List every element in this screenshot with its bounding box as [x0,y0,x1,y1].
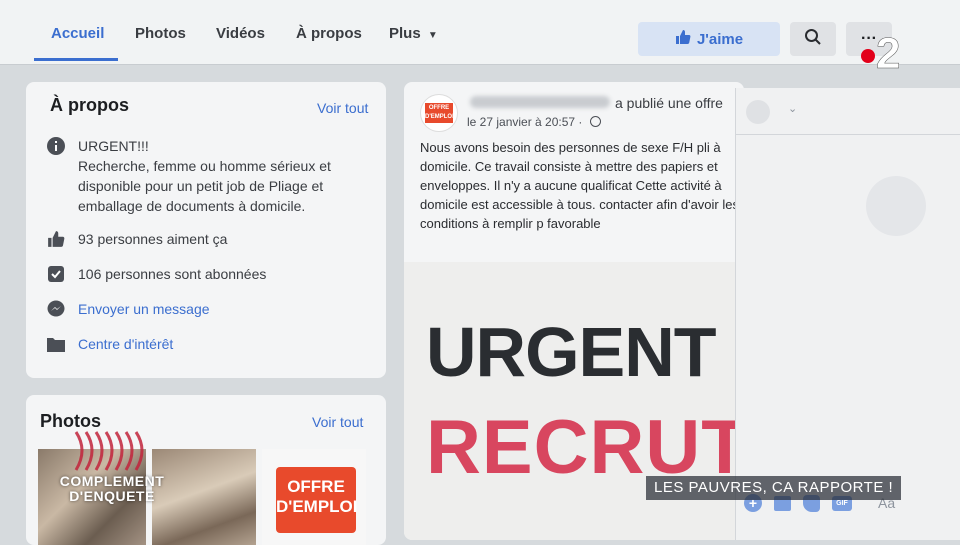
post-image-headline: URGENT ! / [426,313,744,391]
like-page-button[interactable]: J'aime [638,22,780,56]
category-row[interactable]: Centre d'intérêt [46,334,173,354]
show-title: COMPLEMENT D'ENQUETE [52,474,172,504]
about-card: À propos Voir tout URGENT!!! Recherche, … [26,82,386,378]
tab-accueil[interactable]: Accueil [51,25,104,42]
show-title-line1: COMPLEMENT [59,473,165,489]
photo-thumbnail[interactable]: OFFRE D'EMPLOI [262,449,366,545]
channel-logo: 2 [858,28,906,78]
about-description: URGENT!!! Recherche, femme ou homme séri… [78,138,331,214]
tab-plus-label: Plus [389,25,421,42]
active-tab-indicator [34,58,118,61]
offre-emploi-logo: OFFRE D'EMPLOI [276,467,358,533]
tab-a-propos[interactable]: À propos [296,25,362,42]
caret-down-icon: ▼ [427,30,438,41]
tab-videos[interactable]: Vidéos [216,25,265,42]
offre-logo-line1: OFFRE [287,477,345,496]
about-title: À propos [50,95,129,115]
globe-icon [589,116,601,127]
photos-see-all-link[interactable]: Voir tout [312,414,363,430]
chat-header[interactable]: ⌄ [736,88,960,135]
show-title-line2: D'ENQUETE [69,488,155,504]
post-author-name-blurred[interactable] [470,96,610,108]
post-timestamp[interactable]: le 27 janvier à 20:57 · [467,115,582,129]
likes-count: 93 personnes aiment ça [78,231,228,247]
thumbs-up-icon [675,29,691,49]
info-icon [46,136,66,156]
followers-row: 106 personnes sont abonnées [46,264,266,284]
like-button-label: J'aime [696,30,744,48]
about-see-all-link[interactable]: Voir tout [317,100,368,116]
folder-icon [46,334,66,354]
photos-title: Photos [40,411,101,431]
tab-plus[interactable]: Plus ▼ [389,25,438,42]
avatar-logo-line2: D'EMPLOI [425,114,454,120]
avatar-logo: OFFRE D'EMPLOI [425,103,454,123]
chat-avatar [746,100,770,124]
avatar-logo-line1: OFFRE [428,105,450,111]
offre-logo-line2: D'EMPLOI [276,497,358,516]
follow-check-icon [46,264,66,284]
post-body-text: Nous avons besoin des personnes de sexe … [420,140,739,231]
chat-panel: ⌄ + GIF Aa [735,88,960,540]
search-icon [804,28,822,51]
likes-row: 93 personnes aiment ça [46,229,227,249]
chevron-down-icon[interactable]: ⌄ [788,102,797,115]
channel-number: 2 [876,29,900,72]
post-timestamp-row: le 27 janvier à 20:57 · [467,115,601,129]
send-message-link[interactable]: Envoyer un message [78,299,210,319]
post-author-avatar[interactable]: OFFRE D'EMPLOI [420,94,458,132]
episode-title-banner: LES PAUVRES, CA RAPPORTE ! [646,476,902,500]
search-button[interactable] [790,22,836,56]
thumbs-up-icon [46,229,66,249]
messenger-icon [46,299,66,319]
post-action-text: a publié une offre [615,95,723,111]
about-description-row: URGENT!!! Recherche, femme ou homme séri… [46,136,368,216]
page-nav-bar: Accueil Photos Vidéos À propos Plus ▼ J'… [0,0,960,65]
tab-photos[interactable]: Photos [135,25,186,42]
message-row[interactable]: Envoyer un message [46,299,210,319]
job-offer-post: OFFRE D'EMPLOI a publié une offre le 27 … [404,82,744,540]
chat-contact-avatar [866,176,926,236]
followers-count: 106 personnes sont abonnées [78,266,267,282]
category-link[interactable]: Centre d'intérêt [78,334,173,354]
